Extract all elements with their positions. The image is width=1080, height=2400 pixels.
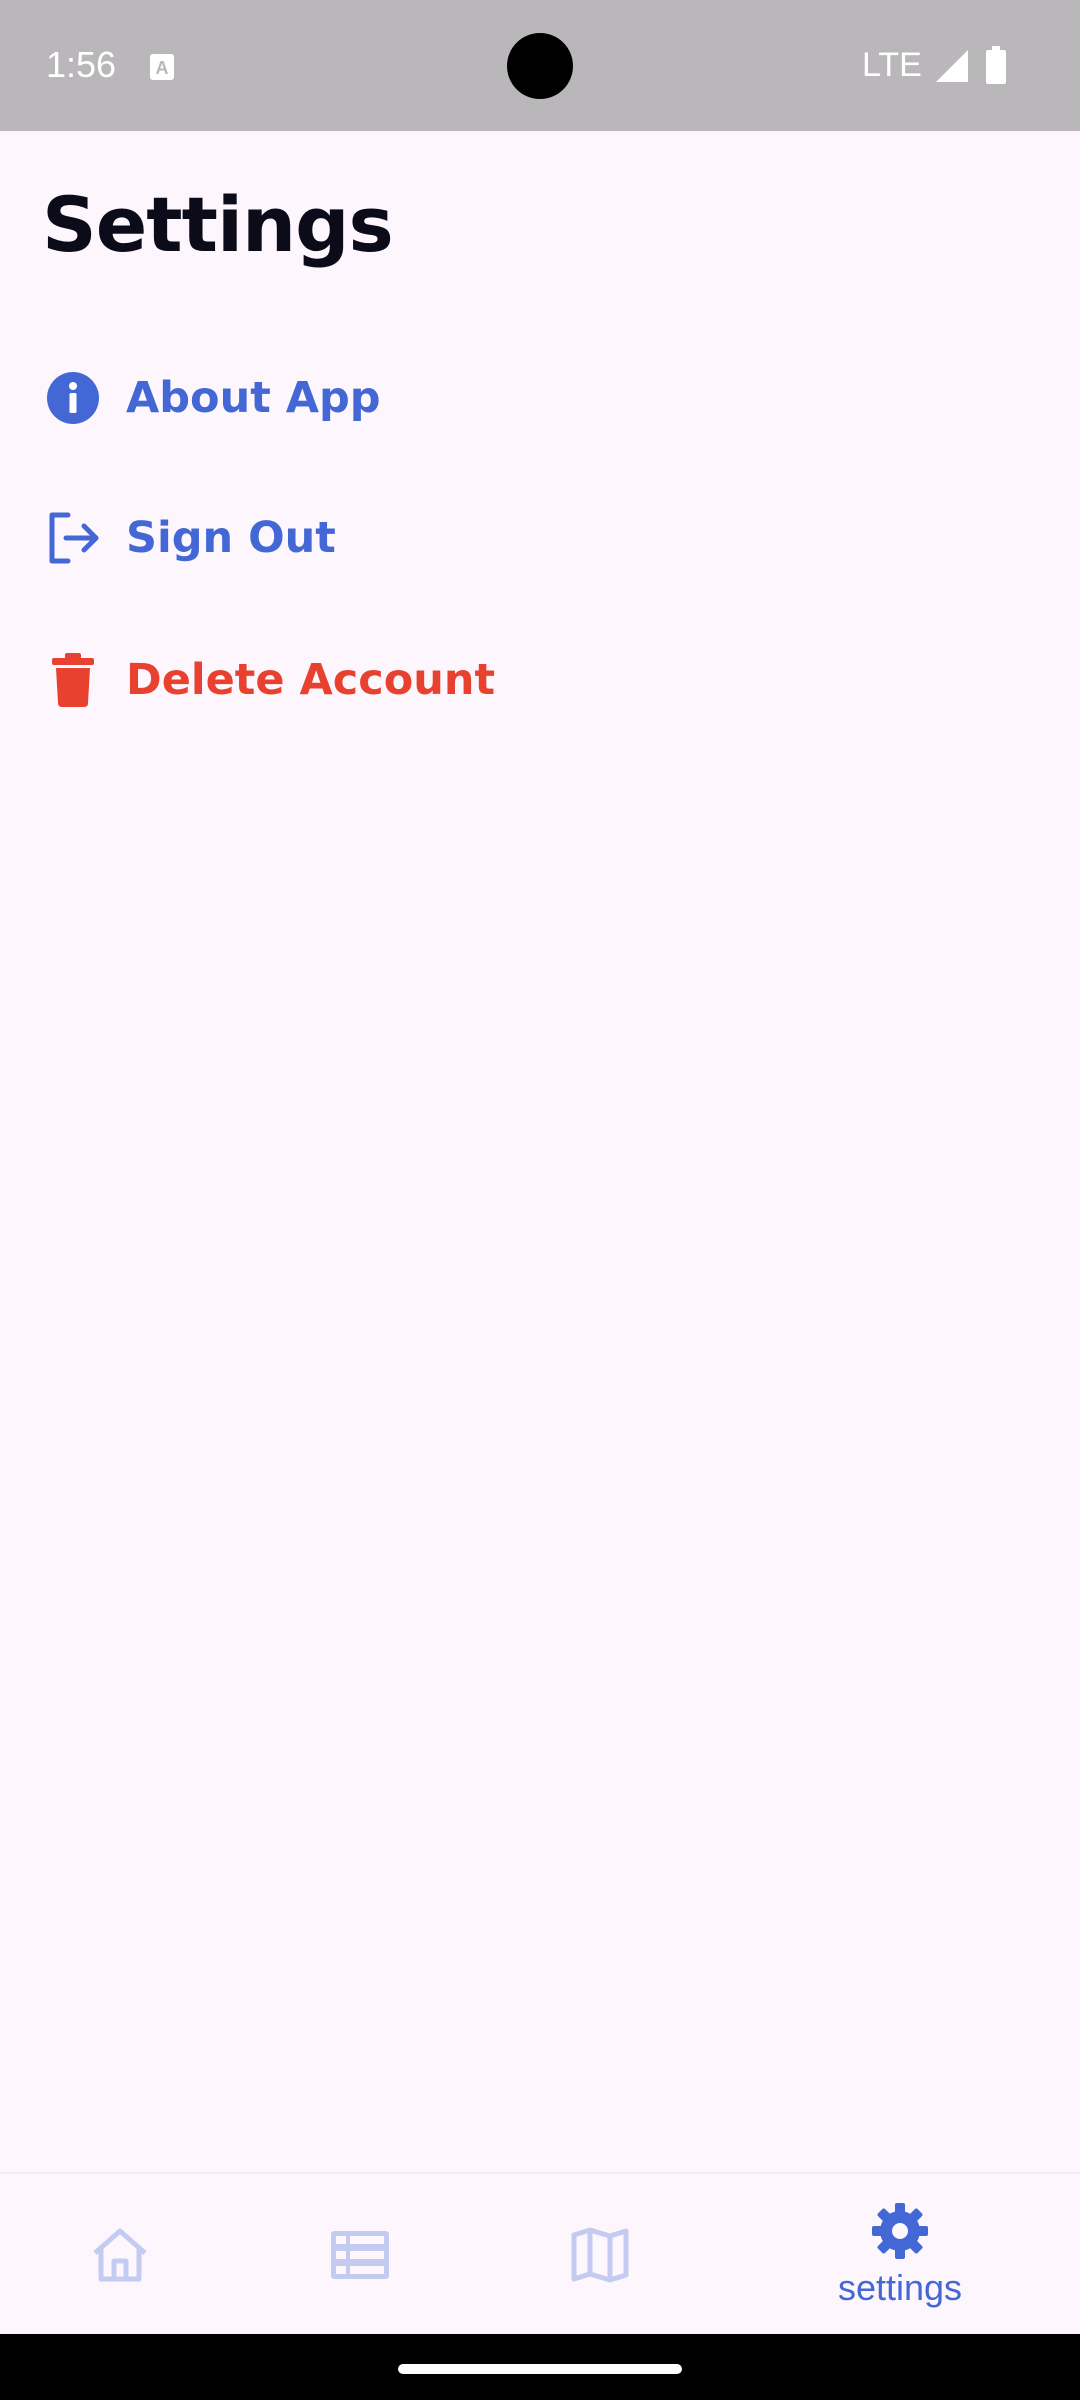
gear-icon [872, 2203, 928, 2259]
list-icon [331, 2231, 389, 2279]
status-time: 1:56 [46, 44, 117, 85]
battery-icon [986, 46, 1006, 84]
camera-cutout [507, 33, 573, 99]
signal-icon [936, 50, 968, 82]
about-app-label: About App [126, 373, 381, 423]
nav-settings-label: settings [837, 2267, 963, 2308]
delete-account-label: Delete Account [126, 655, 496, 705]
home-gesture-handle[interactable] [398, 2364, 682, 2374]
sign-out-label: Sign Out [126, 513, 336, 563]
status-bar: 1:56 A LTE [0, 0, 1080, 131]
about-app-item[interactable]: About App [0, 338, 1080, 458]
delete-account-item[interactable]: Delete Account [0, 620, 1080, 740]
nav-map[interactable] [480, 2174, 720, 2336]
nav-list[interactable] [240, 2174, 480, 2336]
home-icon [93, 2228, 147, 2282]
svg-text:A: A [156, 58, 169, 78]
nav-settings[interactable]: settings [780, 2174, 1020, 2336]
bottom-navigation: settings [0, 2172, 1080, 2334]
page-title: Settings [42, 180, 394, 269]
trash-icon [44, 651, 102, 709]
sign-out-item[interactable]: Sign Out [0, 478, 1080, 598]
network-type: LTE [862, 46, 922, 84]
sign-out-icon [44, 509, 102, 567]
map-icon [571, 2227, 629, 2283]
gesture-navigation-bar [0, 2334, 1080, 2400]
nav-home[interactable] [0, 2174, 240, 2336]
a-notification-icon: A [150, 54, 174, 80]
info-icon [44, 369, 102, 427]
